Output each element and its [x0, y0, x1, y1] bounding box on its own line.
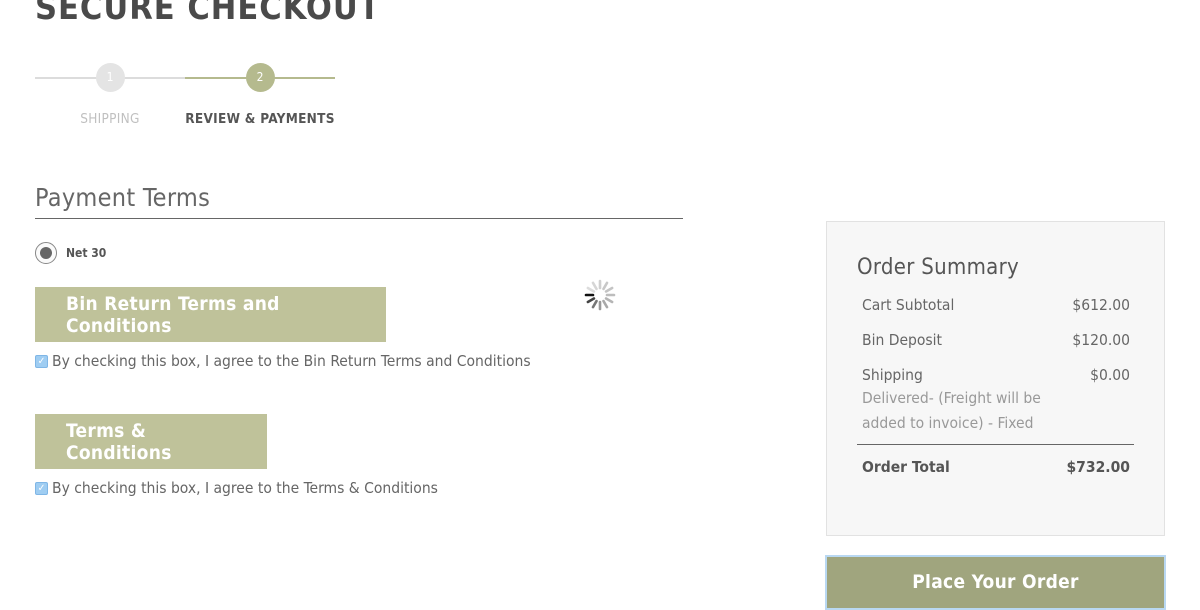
terms-agree-label[interactable]: By checking this box, I agree to the Ter…: [52, 479, 438, 497]
shipping-value: $0.00: [1090, 366, 1130, 384]
order-summary-title: Order Summary: [857, 255, 1020, 280]
step-label: REVIEW & PAYMENTS: [185, 111, 335, 127]
shipping-row: Shipping $0.00 Delivered- (Freight will …: [862, 366, 1130, 436]
step-number: 1: [95, 63, 125, 92]
terms-agree-row[interactable]: ✓ By checking this box, I agree to the T…: [35, 479, 438, 497]
loading-spinner-icon: [584, 279, 616, 311]
bin-return-agree-checkbox[interactable]: ✓: [35, 354, 48, 368]
step-number: 2: [245, 63, 275, 92]
progress-step-shipping[interactable]: 1 SHIPPING: [35, 63, 185, 127]
place-order-button[interactable]: Place Your Order: [825, 555, 1166, 610]
progress-step-review-payments: 2 REVIEW & PAYMENTS: [185, 63, 335, 127]
bin-return-terms-button[interactable]: Bin Return Terms and Conditions: [35, 287, 386, 342]
order-summary-panel: Order Summary Cart Subtotal $612.00 Bin …: [826, 221, 1165, 536]
payment-term-radio[interactable]: [35, 242, 57, 264]
step-label: SHIPPING: [80, 111, 140, 127]
cart-subtotal-value: $612.00: [1072, 296, 1130, 314]
payment-terms-title: Payment Terms: [35, 183, 683, 219]
checkmark-icon: ✓: [37, 355, 46, 367]
cart-subtotal-label: Cart Subtotal: [862, 296, 955, 314]
checkout-progress-bar: 1 SHIPPING 2 REVIEW & PAYMENTS: [35, 63, 335, 133]
order-total-value: $732.00: [1066, 458, 1130, 476]
order-total-label: Order Total: [862, 458, 950, 476]
summary-divider: [857, 444, 1134, 445]
payment-term-option[interactable]: Net 30: [35, 242, 106, 264]
shipping-method-description: Delivered- (Freight will be added to inv…: [862, 389, 1041, 432]
payment-term-label[interactable]: Net 30: [66, 246, 106, 260]
page-title: SECURE CHECKOUT: [35, 0, 381, 28]
shipping-label: Shipping: [862, 366, 923, 384]
bin-deposit-row: Bin Deposit $120.00: [862, 331, 1130, 349]
bin-deposit-value: $120.00: [1072, 331, 1130, 349]
bin-return-agree-row[interactable]: ✓ By checking this box, I agree to the B…: [35, 352, 531, 370]
radio-selected-dot: [40, 247, 52, 259]
bin-return-agree-label[interactable]: By checking this box, I agree to the Bin…: [52, 352, 531, 370]
terms-agree-checkbox[interactable]: ✓: [35, 481, 48, 495]
bin-deposit-label: Bin Deposit: [862, 331, 943, 349]
order-total-row: Order Total $732.00: [862, 458, 1130, 476]
cart-subtotal-row: Cart Subtotal $612.00: [862, 296, 1130, 314]
checkmark-icon: ✓: [37, 482, 46, 494]
terms-conditions-button[interactable]: Terms & Conditions: [35, 414, 267, 469]
